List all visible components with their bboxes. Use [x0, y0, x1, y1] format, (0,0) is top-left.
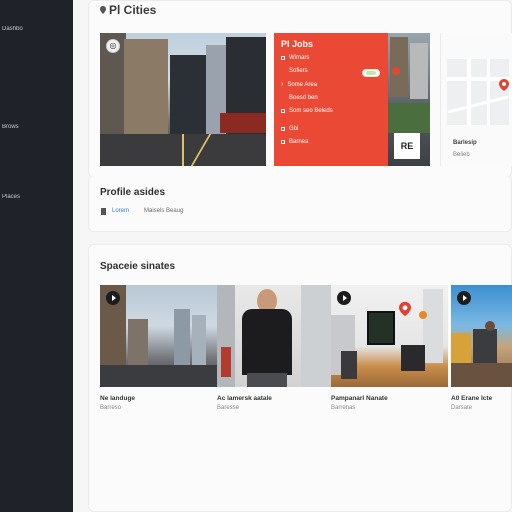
- map-label: Barlesip: [453, 140, 477, 146]
- jobs-item-label: Some Area: [287, 81, 318, 88]
- play-icon[interactable]: [337, 291, 351, 305]
- street-photo[interactable]: ◎: [100, 33, 266, 166]
- page-title-text: Pl Cities: [109, 3, 157, 17]
- spaces-title: Spaceie sinates: [100, 261, 176, 272]
- space-card-title: A0 Erane Icte: [451, 395, 493, 402]
- jobs-item-label: Gbi: [289, 126, 299, 132]
- map-thumbnail[interactable]: [447, 59, 509, 125]
- space-photo[interactable]: [451, 285, 512, 387]
- map-pin-icon: [399, 301, 411, 317]
- map-sub: Belieb: [453, 152, 470, 158]
- doc-icon: [101, 208, 106, 215]
- space-card-sub: Baresse: [217, 405, 240, 411]
- bullet-icon: [281, 109, 285, 113]
- space-photo[interactable]: [217, 285, 334, 387]
- pin-icon: [100, 6, 106, 14]
- jobs-item-label: Som seo Beleds: [289, 108, 333, 114]
- space-card-sub: Barrenas: [331, 405, 356, 411]
- space-card[interactable]: Pampanarl Nanate Barrenas: [331, 285, 448, 411]
- side-photo[interactable]: RE: [388, 33, 430, 166]
- sidebar: Dashbo Brows Places: [0, 0, 73, 512]
- jobs-list-item[interactable]: Barnea: [281, 139, 381, 145]
- chevron-right-icon: ›: [281, 81, 284, 88]
- space-card-sub: Barreso: [100, 405, 122, 411]
- qr-badge: RE: [394, 133, 420, 159]
- jobs-list-item[interactable]: › Some Area: [281, 81, 381, 88]
- jobs-list-item[interactable]: Boesd ben: [281, 95, 381, 101]
- play-icon[interactable]: [457, 291, 471, 305]
- profile-tab-secondary[interactable]: Maisels Beaug: [144, 208, 183, 214]
- jobs-panel: Pl Jobs Wimars Sofiers › Some Area Boesd …: [274, 33, 388, 166]
- map-card[interactable]: Barlesip Belieb: [440, 33, 512, 166]
- space-card[interactable]: Ac lamersk aatale Baresse: [217, 285, 334, 411]
- toggle-switch[interactable]: [362, 69, 380, 77]
- profile-card: [88, 176, 512, 232]
- jobs-list-item[interactable]: Gbi: [281, 126, 381, 132]
- space-card-title: Ne landuge: [100, 395, 136, 402]
- page-title: Pl Cities: [100, 3, 156, 17]
- profile-title: Profile asides: [100, 187, 166, 198]
- jobs-item-label: Barnea: [289, 139, 309, 145]
- sidebar-item-browse[interactable]: Brows: [0, 124, 60, 130]
- map-pin-icon: [499, 79, 509, 91]
- camera-icon[interactable]: ◎: [106, 39, 120, 53]
- jobs-list-item[interactable]: Som seo Beleds: [281, 108, 381, 114]
- jobs-item-label: Boesd ben: [289, 95, 318, 101]
- play-icon[interactable]: [106, 291, 120, 305]
- space-card-title: Pampanarl Nanate: [331, 395, 388, 402]
- profile-tab-lorem[interactable]: Lorem: [112, 208, 129, 214]
- space-card[interactable]: A0 Erane Icte Darsate: [451, 285, 512, 411]
- sidebar-item-dashboard[interactable]: Dashbo: [0, 26, 60, 32]
- space-card[interactable]: Ne landuge Barreso: [100, 285, 217, 411]
- jobs-list-item[interactable]: Wimars: [281, 55, 381, 61]
- jobs-item-label: Sofiers: [289, 68, 308, 74]
- space-card-title: Ac lamersk aatale: [217, 395, 272, 402]
- sidebar-item-places[interactable]: Places: [0, 194, 60, 200]
- space-card-sub: Darsate: [451, 405, 473, 411]
- bullet-icon: [281, 140, 285, 144]
- space-photo[interactable]: [100, 285, 217, 387]
- jobs-panel-title: Pl Jobs: [281, 39, 314, 49]
- jobs-item-label: Wimars: [289, 55, 310, 61]
- bullet-icon: [281, 127, 285, 131]
- space-photo[interactable]: [331, 285, 448, 387]
- bullet-icon: [281, 56, 285, 60]
